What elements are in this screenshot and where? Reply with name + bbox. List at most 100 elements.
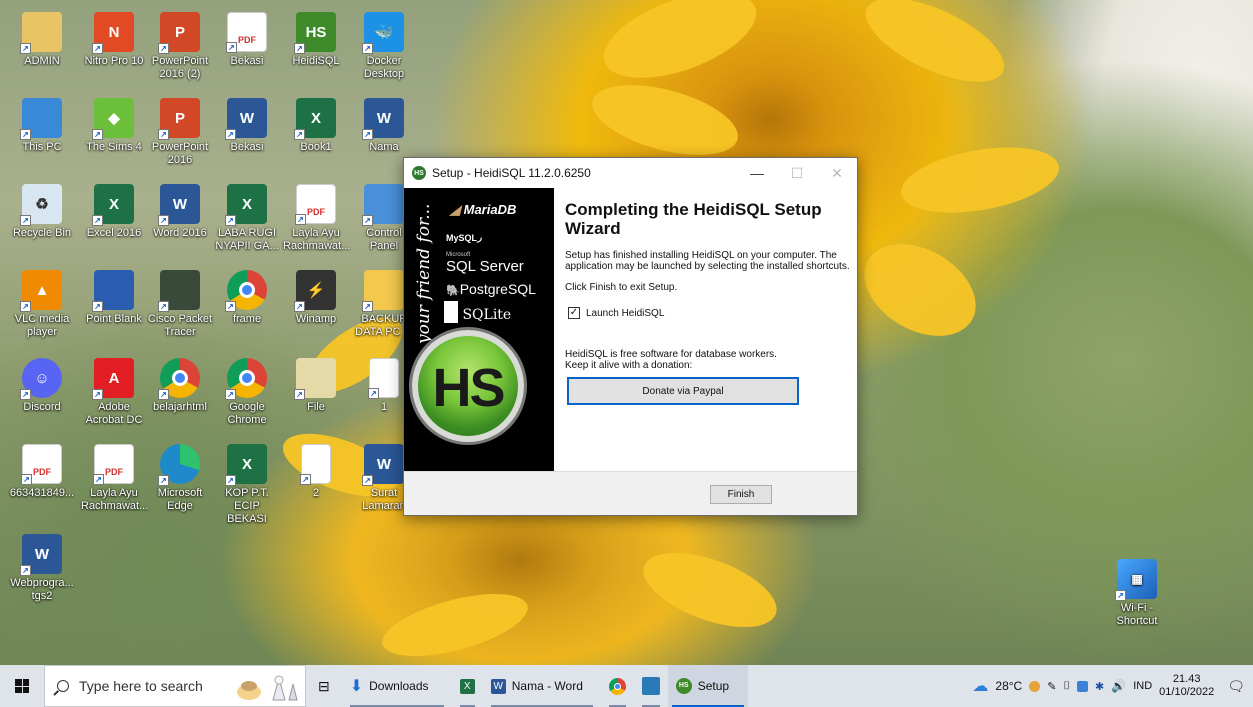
- shortcut-arrow-icon: ↗: [92, 301, 103, 312]
- desktop-icon[interactable]: PDF ↗ Layla Ayu Rachmawat...: [282, 178, 350, 262]
- desktop-icon[interactable]: X ↗ KOP P.T. ECIP BEKASI: [213, 438, 281, 525]
- taskbar-chrome[interactable]: [601, 665, 634, 707]
- desktop-icon-label: belajarhtml: [153, 401, 207, 413]
- wizard-footer: Finish: [404, 471, 857, 515]
- task-view-button[interactable]: ⊟: [306, 665, 342, 707]
- wallpaper-petal: [376, 581, 534, 665]
- desktop-icon[interactable]: ↗ Point Blank: [80, 264, 148, 348]
- word-taskbar-icon: W: [490, 678, 506, 694]
- desktop-icon[interactable]: N ↗ Nitro Pro 10: [80, 6, 148, 90]
- desktop-icon[interactable]: ↗ ADMIN: [8, 6, 76, 90]
- desktop-icon-label: LABA RUGI NYAPII GA...: [215, 227, 279, 252]
- pen-tray-icon[interactable]: ✎: [1047, 680, 1056, 693]
- wifi-shortcut[interactable]: ▦ ↗ Wi-Fi - Shortcut: [1103, 553, 1171, 637]
- weather-icon[interactable]: ☁: [972, 676, 988, 696]
- desktop-icon[interactable]: ↗ File: [282, 352, 350, 436]
- desktop-icon[interactable]: ▲ ↗ VLC media player: [8, 264, 76, 348]
- excel-icon: X ↗: [92, 184, 134, 226]
- sqlserver-logo: Microsoft SQL Server: [446, 252, 524, 275]
- taskbar-clock[interactable]: 21.43 01/10/2022: [1159, 673, 1214, 699]
- desktop-icon[interactable]: ↗ 2: [282, 438, 350, 522]
- desktop-icon[interactable]: ◆ ↗ The Sims 4: [80, 92, 148, 176]
- language-indicator[interactable]: IND: [1133, 680, 1152, 692]
- notification-icon[interactable]: 🗨: [1227, 678, 1245, 695]
- wizard-heading: Completing the HeidiSQL Setup Wizard: [565, 200, 822, 238]
- desktop-icon-label: frame: [232, 313, 262, 325]
- launch-heidisql-checkbox[interactable]: ✓ Launch HeidiSQL: [568, 307, 850, 319]
- wallpaper-petal: [896, 136, 1064, 224]
- heidisql-title-icon: HS: [412, 166, 426, 180]
- desktop-icon-label: Point Blank: [86, 313, 142, 325]
- desktop-icon[interactable]: ↗ This PC: [8, 92, 76, 176]
- shortcut-arrow-icon: ↗: [362, 215, 373, 226]
- window-title: Setup - HeidiSQL 11.2.0.6250: [432, 166, 591, 180]
- desktop-icon-label: Book1: [300, 141, 332, 153]
- taskbar-access[interactable]: [634, 665, 668, 707]
- vlc-icon: ▲ ↗: [20, 270, 62, 312]
- desktop-icon[interactable]: ↗ Microsoft Edge: [146, 438, 214, 522]
- taskbar-word-label: Nama - Word: [511, 679, 583, 693]
- shortcut-arrow-icon: ↗: [225, 215, 236, 226]
- desktop-icon-label: ADMIN: [24, 55, 60, 67]
- desktop-icon[interactable]: HS ↗ HeidiSQL: [282, 6, 350, 90]
- desktop-icon[interactable]: X ↗ LABA RUGI NYAPII GA...: [213, 178, 281, 262]
- packet-tracer-icon: ↗: [158, 270, 200, 312]
- taskbar-excel[interactable]: X: [452, 665, 483, 707]
- start-button[interactable]: [0, 665, 44, 707]
- tagline-graphic: your friend for...: [414, 204, 434, 345]
- acrobat-icon: A ↗: [92, 358, 134, 400]
- bluetooth-tray-icon[interactable]: ✱: [1095, 680, 1104, 693]
- desktop-icon-label: KOP P.T. ECIP BEKASI: [225, 487, 269, 525]
- desktop-icon[interactable]: X ↗ Book1: [282, 92, 350, 176]
- network-app-tray-icon[interactable]: [1077, 680, 1089, 692]
- desktop-icon[interactable]: PDF ↗ Layla Ayu Rachmawat...: [80, 438, 148, 522]
- desktop-icon[interactable]: PDF ↗ Bekasi: [213, 6, 281, 90]
- shortcut-arrow-icon: ↗: [226, 42, 237, 53]
- taskbar-setup[interactable]: HS Setup: [667, 665, 748, 707]
- checkbox-check-icon[interactable]: ✓: [568, 307, 580, 319]
- minimize-button[interactable]: —: [737, 158, 777, 188]
- shortcut-arrow-icon: ↗: [294, 301, 305, 312]
- shortcut-arrow-icon: ↗: [300, 474, 311, 485]
- volume-icon[interactable]: 🔊: [1111, 679, 1126, 693]
- desktop-icon[interactable]: W ↗ Webprogra... tgs2: [8, 528, 76, 612]
- desktop-icon[interactable]: ♻ ↗ Recycle Bin: [8, 178, 76, 262]
- taskbar-search-box[interactable]: Type here to search: [44, 665, 306, 707]
- taskbar-downloads[interactable]: ⬇ Downloads: [342, 665, 452, 707]
- desktop-icon[interactable]: ↗ Cisco Packet Tracer: [146, 264, 214, 348]
- search-icon: [57, 680, 69, 692]
- shortcut-arrow-icon: ↗: [92, 43, 103, 54]
- windows-logo-icon: [15, 679, 29, 693]
- desktop-icon[interactable]: P ↗ PowerPoint 2016 (2): [146, 6, 214, 90]
- shortcut-arrow-icon: ↗: [294, 389, 305, 400]
- desktop-icon[interactable]: W ↗ Bekasi: [213, 92, 281, 176]
- desktop-icon[interactable]: W ↗ Word 2016: [146, 178, 214, 262]
- desktop-icon[interactable]: X ↗ Excel 2016: [80, 178, 148, 262]
- taskbar-setup-label: Setup: [697, 679, 730, 693]
- desktop-icon[interactable]: ↗ belajarhtml: [146, 352, 214, 436]
- desktop-icon-label: Docker Desktop: [363, 55, 405, 80]
- donate-paypal-button[interactable]: Donate via Paypal: [567, 377, 799, 405]
- weather-temperature[interactable]: 28°C: [995, 679, 1022, 693]
- text-file-icon: ↗: [300, 444, 331, 485]
- desktop-icon[interactable]: ↗ frame: [213, 264, 281, 348]
- window-titlebar[interactable]: HS Setup - HeidiSQL 11.2.0.6250 — ☐ ✕: [404, 158, 857, 188]
- close-button[interactable]: ✕: [817, 158, 857, 188]
- wizard-paragraph-finish: Click Finish to exit Setup.: [565, 282, 678, 293]
- desktop-icon-label: Discord: [23, 401, 61, 413]
- desktop-icon[interactable]: 🐳 ↗ Docker Desktop: [350, 6, 418, 90]
- taskbar-word[interactable]: W Nama - Word: [483, 665, 601, 707]
- desktop-icon-label: 2: [312, 487, 320, 499]
- desktop-icon[interactable]: A ↗ Adobe Acrobat DC: [80, 352, 148, 436]
- desktop-icon[interactable]: ☺ ↗ Discord: [8, 352, 76, 436]
- usb-tray-icon[interactable]: ⌷: [1063, 680, 1070, 693]
- desktop-icon[interactable]: ⚡ ↗ Winamp: [282, 264, 350, 348]
- excel-doc-icon: X ↗: [225, 184, 267, 226]
- launch-heidisql-label[interactable]: Launch HeidiSQL: [586, 308, 664, 319]
- desktop-icon[interactable]: PDF ↗ 663431849...: [8, 438, 76, 522]
- chrome-tray-icon[interactable]: [1029, 680, 1041, 692]
- desktop-icon[interactable]: ↗ Google Chrome: [213, 352, 281, 436]
- desktop-icon[interactable]: P ↗ PowerPoint 2016: [146, 92, 214, 176]
- docker-icon: 🐳 ↗: [362, 12, 404, 54]
- finish-button[interactable]: Finish: [710, 485, 772, 504]
